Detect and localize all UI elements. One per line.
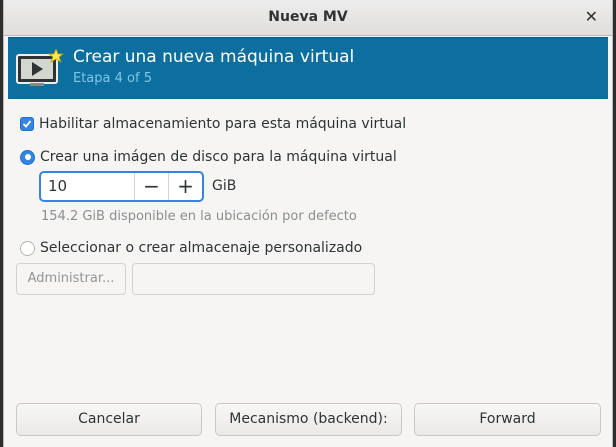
wizard-step: Etapa 4 of 5 xyxy=(73,71,152,86)
checkmark-icon xyxy=(22,120,32,128)
close-icon[interactable]: ✕ xyxy=(585,8,598,26)
new-vm-dialog: Nueva MV ✕ Crear una nueva máquina virtu… xyxy=(3,0,613,447)
create-image-row[interactable]: Crear una imágen de disco para la máquin… xyxy=(20,149,397,165)
increment-button[interactable]: + xyxy=(169,173,202,200)
wizard-header: Crear una nueva máquina virtual Etapa 4 … xyxy=(8,37,608,99)
create-image-radio[interactable] xyxy=(20,149,35,165)
custom-storage-radio[interactable] xyxy=(20,240,35,256)
enable-storage-label: Habilitar almacenamiento para esta máqui… xyxy=(39,116,407,132)
disk-size-input[interactable]: 10 xyxy=(41,173,135,200)
virtual-machine-icon xyxy=(16,49,64,86)
window-title: Nueva MV xyxy=(268,9,348,25)
titlebar: Nueva MV ✕ xyxy=(4,0,612,36)
storage-path-input[interactable] xyxy=(132,263,375,295)
size-unit-label: GiB xyxy=(212,178,237,194)
custom-storage-label: Seleccionar o crear almacenaje personali… xyxy=(40,240,363,256)
enable-storage-row[interactable]: Habilitar almacenamiento para esta máqui… xyxy=(20,116,406,132)
wizard-title: Crear una nueva máquina virtual xyxy=(73,47,355,67)
custom-storage-row[interactable]: Seleccionar o crear almacenaje personali… xyxy=(20,240,362,256)
available-space-hint: 154.2 GiB disponible en la ubicación por… xyxy=(41,209,357,224)
backend-button[interactable]: Mecanismo (backend): xyxy=(215,403,402,436)
manage-button[interactable]: Administrar... xyxy=(16,263,126,295)
enable-storage-checkbox[interactable] xyxy=(20,117,34,131)
cancel-button[interactable]: Cancelar xyxy=(16,403,202,436)
decrement-button[interactable]: − xyxy=(135,173,169,200)
forward-button[interactable]: Forward xyxy=(414,403,601,436)
create-image-label: Crear una imágen de disco para la máquin… xyxy=(40,149,397,165)
disk-size-spinbutton[interactable]: 10 − + xyxy=(39,171,204,202)
